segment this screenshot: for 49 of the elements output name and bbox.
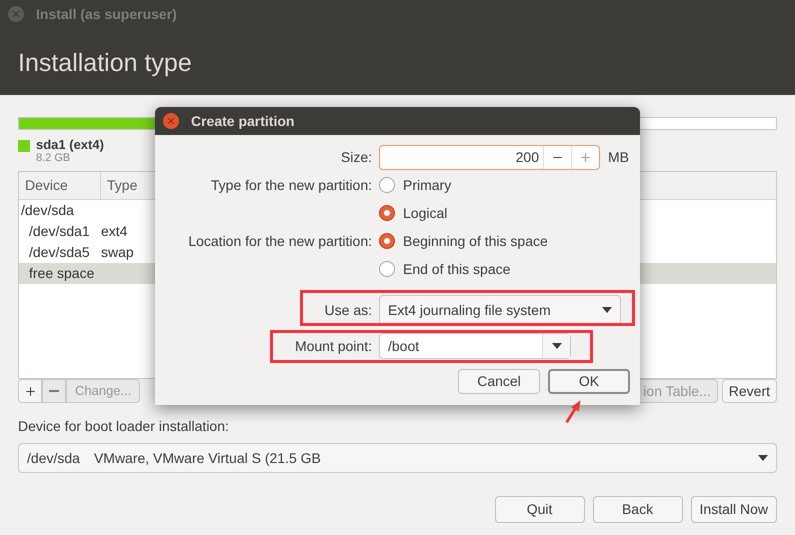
close-icon[interactable] bbox=[163, 113, 179, 129]
radio-button[interactable] bbox=[379, 261, 395, 277]
size-unit: MB bbox=[608, 148, 629, 167]
legend-label: sda1 (ext4) bbox=[36, 138, 104, 151]
action-button[interactable]: Install Now bbox=[690, 496, 777, 523]
type-label: Type for the new partition: bbox=[210, 176, 372, 195]
remove-button[interactable] bbox=[42, 379, 66, 403]
minus-icon bbox=[49, 390, 59, 392]
use-as-label: Use as: bbox=[324, 300, 372, 320]
boot-device: /dev/sda bbox=[27, 448, 80, 468]
dialog-button[interactable]: Cancel bbox=[458, 369, 540, 394]
page-heading: Installation type bbox=[18, 48, 193, 79]
action-button[interactable]: Back bbox=[592, 496, 683, 523]
size-label: Size: bbox=[340, 148, 372, 167]
column-header[interactable]: Device bbox=[19, 172, 101, 199]
boot-device-description: VMware, VMware Virtual S (21.5 GB bbox=[94, 448, 322, 468]
dialog-title: Create partition bbox=[191, 112, 294, 131]
action-button[interactable]: Quit bbox=[494, 496, 585, 523]
column-header[interactable]: Type bbox=[101, 172, 144, 199]
type-cell-text: ext4 bbox=[101, 222, 128, 241]
legend-size: 8.2 GB bbox=[36, 153, 72, 164]
radio-label: Beginning of this space bbox=[403, 232, 548, 251]
window-title: Install (as superuser) bbox=[36, 4, 177, 24]
radio-label: Primary bbox=[403, 176, 452, 195]
radio-label: End of this space bbox=[403, 260, 510, 279]
partition-button[interactable]: Revert bbox=[722, 379, 777, 403]
dropdown-caret-icon bbox=[602, 307, 612, 313]
size-value: 200 bbox=[514, 148, 540, 167]
device-cell-text: free space bbox=[28, 264, 96, 283]
radio-button[interactable] bbox=[379, 233, 395, 249]
radio-button[interactable] bbox=[379, 205, 395, 221]
type-cell-text: swap bbox=[101, 243, 134, 262]
radio-label: Logical bbox=[403, 204, 448, 223]
device-cell-text: /dev/sda5 bbox=[28, 243, 91, 262]
add-button[interactable] bbox=[18, 379, 42, 403]
use-as-dropdown[interactable]: Ext4 journaling file system bbox=[379, 295, 621, 325]
dropdown-caret-icon bbox=[552, 343, 562, 349]
mount-point-combo[interactable]: /boot bbox=[379, 333, 571, 359]
close-icon[interactable] bbox=[8, 6, 24, 22]
mount-point-label: Mount point: bbox=[294, 336, 372, 356]
location-label: Location for the new partition: bbox=[187, 232, 372, 251]
dropdown-caret-icon bbox=[758, 455, 768, 461]
radio-button[interactable] bbox=[379, 177, 395, 193]
boot-device-dropdown[interactable]: /dev/sda VMware, VMware Virtual S (21.5 GB bbox=[18, 443, 777, 473]
size-spinbox[interactable]: 200 bbox=[379, 145, 600, 170]
device-cell-text: /dev/sda1 bbox=[28, 222, 91, 241]
plus-icon bbox=[24, 384, 36, 398]
boot-loader-label: Device for boot loader installation: bbox=[18, 417, 230, 436]
dialog-button[interactable]: OK bbox=[548, 369, 630, 394]
